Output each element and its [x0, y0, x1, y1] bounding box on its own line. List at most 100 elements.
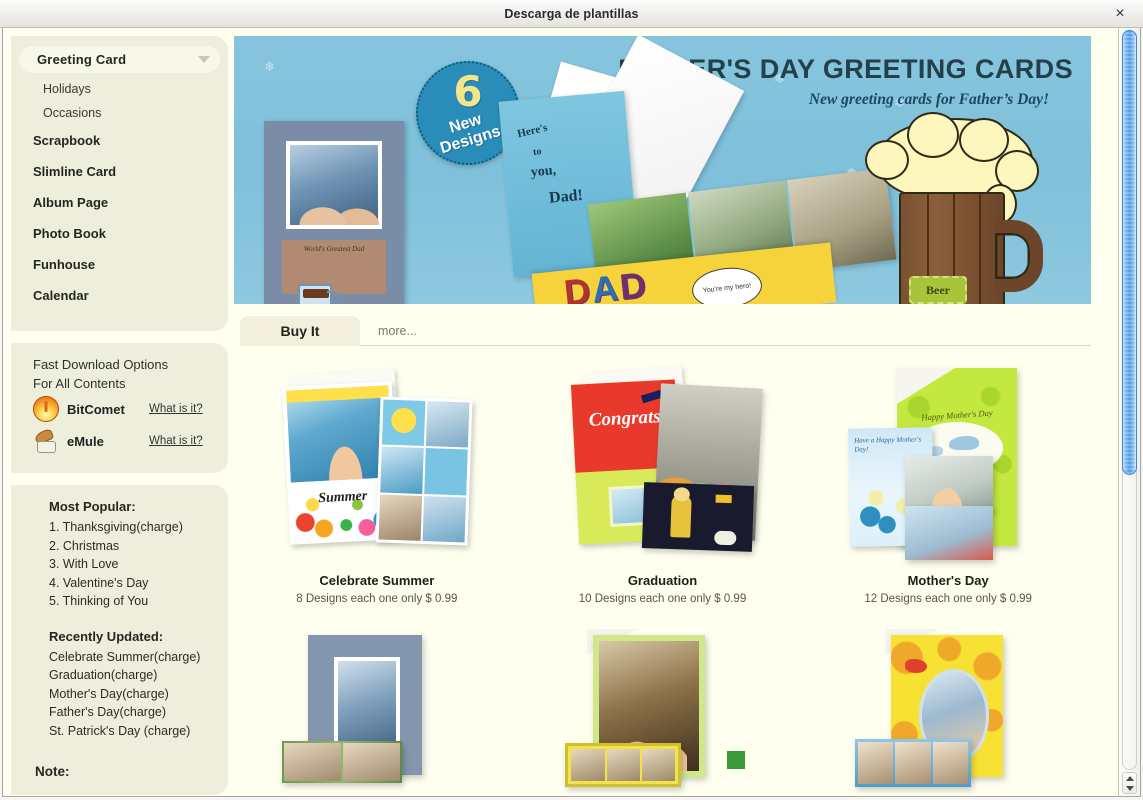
- sidebar-item-album-page[interactable]: Album Page: [11, 187, 228, 218]
- product-thumbnail-row2-2[interactable]: [557, 613, 767, 796]
- handwritten-line-1: Here's: [516, 121, 549, 141]
- more-link[interactable]: more...: [360, 324, 417, 338]
- clover-icon: [727, 751, 746, 769]
- dad-letter-3: D: [617, 263, 650, 304]
- scroll-viewport: Greeting Card Holidays Occasions Scrapbo…: [3, 28, 1118, 796]
- tab-buy-it[interactable]: Buy It: [240, 316, 360, 346]
- scroll-up-arrow-icon[interactable]: [1123, 773, 1136, 783]
- promo-banner[interactable]: ❄ ❄ ❄ ❅ ❄ ❅ ❄ ❅ FATHER'S DAY GREETING CA…: [234, 36, 1091, 304]
- scroll-down-arrow-icon[interactable]: [1123, 783, 1136, 793]
- what-is-it-link-emule[interactable]: What is it?: [149, 435, 203, 447]
- collage-tile: [381, 399, 426, 447]
- sidebar: Greeting Card Holidays Occasions Scrapbo…: [3, 28, 228, 796]
- sidebar-category-label: Greeting Card: [37, 52, 127, 67]
- coffee-mug-illustration: [298, 284, 339, 304]
- collage-tile: [378, 494, 422, 541]
- download-option-emule[interactable]: eMule What is it?: [11, 425, 228, 457]
- list-item[interactable]: 5. Thinking of You: [11, 592, 228, 611]
- product-thumbnail-row2-1[interactable]: [272, 613, 482, 796]
- close-icon[interactable]: ×: [1107, 0, 1133, 27]
- sidebar-item-occasions[interactable]: Occasions: [11, 101, 228, 125]
- main-content: ❄ ❄ ❄ ❅ ❄ ❅ ❄ ❅ FATHER'S DAY GREETING CA…: [228, 28, 1103, 796]
- product-thumbnail-mothers-day[interactable]: Happy Mother's Day Have a Happy Mother's…: [843, 364, 1053, 569]
- beer-foam-lobe: [907, 112, 959, 158]
- sidebar-item-holidays[interactable]: Holidays: [11, 77, 228, 101]
- product-grid: Summer Celebrate Summer 8 Designs each o…: [234, 346, 1091, 796]
- card-photo-child: [905, 456, 994, 512]
- banner-card-photo: [286, 141, 382, 229]
- sidebar-item-scrapbook[interactable]: Scrapbook: [11, 125, 228, 156]
- beer-mug-illustration: Beer: [863, 110, 1053, 304]
- bird-illustration: [949, 436, 980, 450]
- emule-icon: [33, 428, 59, 454]
- product-name[interactable]: Mother's Day: [908, 573, 989, 588]
- product-cell: Happy Mother's Day Have a Happy Mother's…: [805, 364, 1091, 613]
- photo-tile: [342, 743, 400, 781]
- dad-letter-2: A: [589, 266, 623, 304]
- banner-card-caption: World's Greatest Dad: [303, 245, 365, 253]
- scrollbar-buttons: [1122, 772, 1137, 794]
- download-option-bitcomet[interactable]: BitComet What is it?: [11, 393, 228, 425]
- beer-label-tag: Beer: [909, 276, 967, 304]
- download-title-line2: For All Contents: [33, 376, 126, 391]
- product-cell: [805, 613, 1091, 796]
- girl-illustration: [670, 495, 693, 538]
- most-popular-heading: Most Popular:: [49, 499, 136, 514]
- sidebar-item-funhouse[interactable]: Funhouse: [11, 249, 228, 280]
- note-heading: Note:: [35, 764, 70, 779]
- tab-bar: Buy It more...: [234, 316, 1091, 346]
- list-item[interactable]: Mother's Day(charge): [11, 685, 228, 704]
- speech-bubble-text: You're my hero!: [702, 281, 752, 295]
- product-description: 10 Designs each one only $ 0.99: [578, 593, 747, 605]
- sidebar-category-greeting-card[interactable]: Greeting Card: [19, 46, 220, 73]
- sidebar-item-slimline-card[interactable]: Slimline Card: [11, 156, 228, 187]
- collage-tile: [422, 495, 466, 543]
- photo-tile: [642, 749, 676, 781]
- list-item[interactable]: 3. With Love: [11, 555, 228, 574]
- card-photo-strip: [281, 741, 402, 783]
- beer-mug-handle: [995, 220, 1043, 292]
- window-title: Descarga de plantillas: [504, 6, 639, 21]
- product-thumbnail-celebrate-summer[interactable]: Summer: [272, 364, 482, 569]
- sidebar-item-photo-book[interactable]: Photo Book: [11, 218, 228, 249]
- vertical-scrollbar[interactable]: [1118, 28, 1140, 796]
- card-photo-strip-yellow: [565, 743, 682, 787]
- scrollbar-thumb[interactable]: [1122, 30, 1137, 476]
- template-download-window: Descarga de plantillas × Greeting Card H…: [0, 0, 1143, 800]
- sheep-illustration: [714, 530, 738, 546]
- fast-download-panel: Fast Download Options For All Contents B…: [11, 343, 228, 473]
- photo-tile: [895, 742, 931, 784]
- sidebar-item-calendar[interactable]: Calendar: [11, 280, 228, 311]
- handwritten-line-4: Dad!: [548, 186, 584, 207]
- product-name[interactable]: Celebrate Summer: [319, 573, 434, 588]
- product-description: 12 Designs each one only $ 0.99: [864, 593, 1032, 605]
- collage-tile: [424, 448, 468, 496]
- page-content: Greeting Card Holidays Occasions Scrapbo…: [3, 28, 1103, 796]
- list-item[interactable]: Father's Day(charge): [11, 703, 228, 722]
- list-item[interactable]: Graduation(charge): [11, 666, 228, 685]
- product-thumbnail-graduation[interactable]: Congrats: [557, 364, 767, 569]
- list-item[interactable]: 2. Christmas: [11, 537, 228, 556]
- bitcomet-icon: [33, 396, 59, 422]
- handwritten-line-3: you,: [530, 163, 557, 181]
- list-item[interactable]: 1. Thanksgiving(charge): [11, 518, 228, 537]
- list-item[interactable]: Celebrate Summer(charge): [11, 648, 228, 667]
- card-photo-mother: [905, 506, 994, 560]
- beer-foam-lobe: [865, 140, 909, 180]
- product-cell: [520, 613, 806, 796]
- photo-tile: [283, 743, 341, 781]
- window-titlebar: Descarga de plantillas ×: [0, 0, 1143, 28]
- product-thumbnail-row2-3[interactable]: [843, 613, 1053, 796]
- dad-letter-1: D: [562, 269, 595, 304]
- product-name[interactable]: Graduation: [628, 573, 697, 588]
- product-cell: Congrats Graduation 10 Designs each one …: [520, 364, 806, 613]
- window-client-area: Greeting Card Holidays Occasions Scrapbo…: [2, 28, 1141, 797]
- list-item[interactable]: 4. Valentine's Day: [11, 574, 228, 593]
- collage-tile: [380, 446, 424, 494]
- product-cell: [234, 613, 520, 796]
- download-option-name: BitComet: [67, 401, 125, 417]
- hat-illustration: [715, 494, 733, 504]
- list-item[interactable]: St. Patrick's Day (charge): [11, 722, 228, 741]
- what-is-it-link-bitcomet[interactable]: What is it?: [149, 403, 203, 415]
